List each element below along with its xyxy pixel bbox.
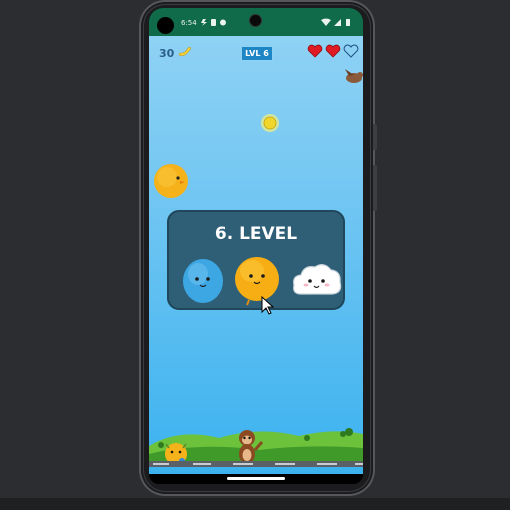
- heart-full-icon: [307, 44, 323, 58]
- heart-full-icon: [325, 44, 341, 58]
- track-dash: [153, 463, 169, 465]
- sun-coin-icon: [261, 114, 279, 132]
- track-dash: [355, 463, 363, 465]
- blue-ball-character: [183, 259, 223, 303]
- lives-hearts: [307, 44, 359, 58]
- power-button: [373, 124, 377, 150]
- white-cloud-character: [293, 264, 342, 295]
- banana-icon: [178, 47, 192, 56]
- game-canvas[interactable]: 30 LVL 6 6. LEVEL: [149, 36, 363, 474]
- home-gesture-bar[interactable]: [227, 477, 285, 480]
- track-dash: [275, 463, 295, 465]
- track-dash: [233, 463, 253, 465]
- mouse-cursor-icon: [261, 296, 275, 315]
- track-dash: [193, 463, 211, 465]
- status-signal-icons: [321, 18, 350, 26]
- yellow-chick-falling: [154, 164, 188, 198]
- heart-empty-icon: [343, 44, 359, 58]
- phone-screen: 6:54 30 LVL 6 6. LEVEL: [149, 8, 363, 484]
- level-dialog[interactable]: 6. LEVEL: [167, 210, 345, 315]
- level-title: 6. LEVEL: [214, 224, 298, 244]
- status-time: 6:54: [181, 19, 197, 27]
- status-bar: 6:54: [149, 8, 363, 36]
- track-dash: [317, 463, 337, 465]
- front-camera: [250, 15, 261, 26]
- status-notification-icons: [201, 19, 226, 26]
- bird-icon: [345, 69, 363, 83]
- navigation-bar: [149, 474, 363, 484]
- volume-button: [373, 165, 377, 211]
- banana-score: 30: [159, 47, 175, 60]
- camera-cutout: [157, 17, 174, 34]
- level-badge: LVL 6: [241, 46, 273, 61]
- desktop-footer: [0, 498, 510, 510]
